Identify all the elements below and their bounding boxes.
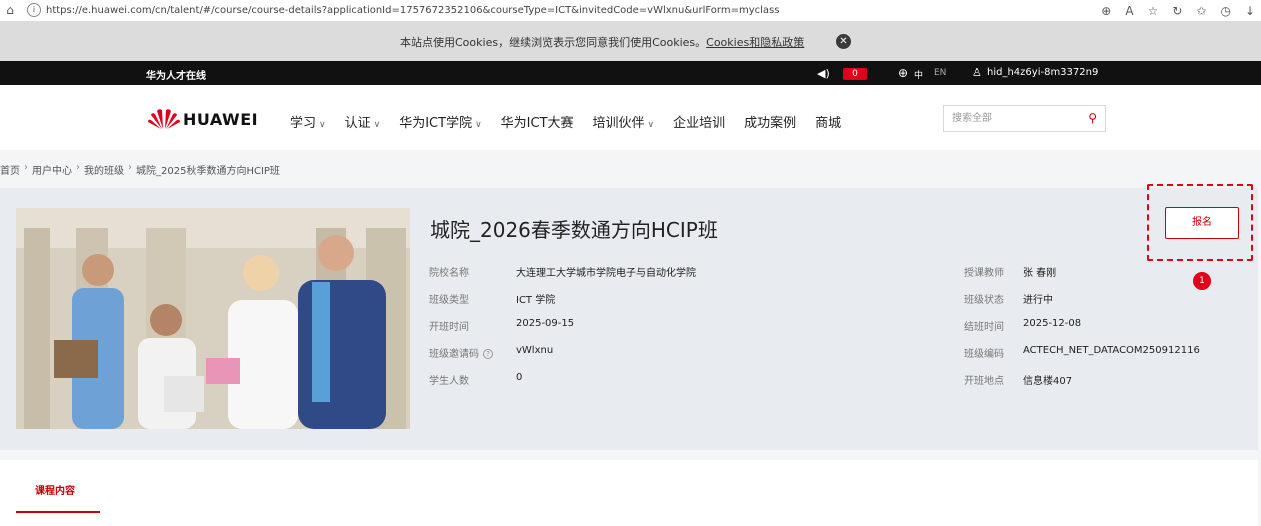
main-nav: HUAWEI 学习 ∨ 认证 ∨ 华为ICT学院 ∨ 华为ICT大赛 培训伙伴 ∨ 企业培训 成功案… <box>0 85 1261 150</box>
nav-item-label: 成功案例 <box>744 116 797 131</box>
info-value: 信息楼407 <box>1023 376 1073 387</box>
info-label-text: 授课教师 <box>964 268 1004 279</box>
nav-item-label: 认证 <box>344 116 371 131</box>
info-value: ACTECH_NET_DATACOM250912116 <box>1023 345 1200 356</box>
info-value: 张 春刚 <box>1023 268 1057 279</box>
course-details-panel: 城院_2026春季数通方向HCIP班 院校名称 大连理工大学城市学院电子与自动化学… <box>0 184 1258 450</box>
breadcrumb-item[interactable]: 用户中心 <box>32 162 72 177</box>
huawei-logo-icon[interactable] <box>148 107 180 129</box>
browser-address-bar: ⌂ i https://e.huawei.com/cn/talent/#/cou… <box>0 0 1261 22</box>
info-label-text: 开班地点 <box>964 376 1004 387</box>
history-icon[interactable]: ◷ <box>1220 4 1230 18</box>
nav-item-1[interactable]: 认证 ∨ <box>345 112 381 131</box>
privacy-policy-link[interactable]: Cookies和隐私政策 <box>706 36 804 49</box>
info-label: 学生人数 <box>429 372 469 387</box>
browser-toolbar-icons: ⊕ A ☆ ↻ ✩ ◷ ↓ <box>1101 2 1255 20</box>
info-label: 开班地点 <box>964 372 1004 387</box>
nav-item-label: 商城 <box>815 116 842 131</box>
nav-item-6[interactable]: 成功案例 <box>744 112 796 131</box>
username-link[interactable]: hid_h4z6yi-8m3372n9 <box>987 67 1098 78</box>
nav-item-2[interactable]: 华为ICT学院 ∨ <box>399 112 481 131</box>
course-title: 城院_2026春季数通方向HCIP班 <box>430 218 718 242</box>
chevron-down-icon: ∨ <box>475 120 482 130</box>
message-count-badge[interactable]: 0 <box>843 68 867 80</box>
cookie-banner: 本站点使用Cookies，继续浏览表示您同意我们使用Cookies。Cookie… <box>0 22 1261 61</box>
breadcrumb-item: 城院_2025秋季数通方向HCIP班 <box>136 166 280 177</box>
chevron-down-icon: ∨ <box>647 120 655 130</box>
info-value: 0 <box>516 372 523 383</box>
nav-item-label: 培训伙伴 <box>592 116 645 131</box>
course-tabs: 课程内容 <box>0 460 1258 526</box>
tab-course-content[interactable]: 课程内容 <box>35 482 75 497</box>
info-label: 开班时间 <box>429 318 469 333</box>
search-box: ⚲ <box>943 105 1106 132</box>
info-label: 班级邀请码? <box>429 345 493 360</box>
nav-item-label: 华为ICT学院 <box>399 116 473 131</box>
course-cover-image <box>16 208 410 429</box>
info-label-text: 结班时间 <box>964 322 1004 333</box>
nav-item-3[interactable]: 华为ICT大赛 <box>501 112 574 131</box>
info-label-text: 院校名称 <box>429 268 469 279</box>
search-input[interactable] <box>944 106 1074 131</box>
info-value: 大连理工大学城市学院电子与自动化学院 <box>516 268 696 279</box>
info-value: 2025-09-15 <box>516 318 575 329</box>
info-label-text: 班级邀请码 <box>429 349 479 360</box>
info-label-text: 开班时间 <box>429 322 469 333</box>
info-label-text: 班级编码 <box>964 349 1004 360</box>
nav-item-label: 企业培训 <box>673 116 726 131</box>
download-icon[interactable]: ↓ <box>1245 4 1255 18</box>
info-value: vWlxnu <box>516 345 554 356</box>
breadcrumb-separator: › <box>24 162 28 173</box>
lock-icon[interactable]: i <box>27 3 41 17</box>
info-value: 进行中 <box>1023 295 1053 306</box>
nav-item-0[interactable]: 学习 ∨ <box>290 112 326 131</box>
globe-icon[interactable]: ⊕ <box>898 66 908 80</box>
info-label: 授课教师 <box>964 264 1004 279</box>
info-value: ICT 学院 <box>516 295 556 306</box>
help-icon[interactable]: ? <box>483 349 493 359</box>
info-label: 班级状态 <box>964 291 1004 306</box>
site-brand-link[interactable]: 华为人才在线 <box>146 67 206 82</box>
breadcrumb-item[interactable]: 首页 <box>0 162 20 177</box>
info-label-text: 班级状态 <box>964 295 1004 306</box>
user-icon[interactable]: ♙ <box>972 66 982 79</box>
read-aloud-icon[interactable]: A <box>1125 4 1133 18</box>
register-button[interactable]: 报名 <box>1165 207 1239 239</box>
nav-item-7[interactable]: 商城 <box>815 112 841 131</box>
chevron-down-icon: ∨ <box>373 120 381 130</box>
breadcrumb: 首页 › 用户中心 › 我的班级 › 城院_2025秋季数通方向HCIP班 <box>0 162 280 177</box>
speaker-icon[interactable]: ◀) <box>817 67 830 80</box>
nav-item-4[interactable]: 培训伙伴 ∨ <box>593 112 655 131</box>
info-label-text: 学生人数 <box>429 376 469 387</box>
info-value: 2025-12-08 <box>1023 318 1082 329</box>
refresh-icon[interactable]: ↻ <box>1172 4 1182 18</box>
info-label-text: 班级类型 <box>429 295 469 306</box>
home-icon[interactable]: ⌂ <box>2 2 18 18</box>
url-field[interactable]: https://e.huawei.com/cn/talent/#/course/… <box>46 3 779 19</box>
step-number-badge: 1 <box>1193 272 1211 290</box>
zoom-icon[interactable]: ⊕ <box>1101 4 1111 18</box>
info-label: 结班时间 <box>964 318 1004 333</box>
breadcrumb-item[interactable]: 我的班级 <box>84 162 124 177</box>
cookie-message: 本站点使用Cookies，继续浏览表示您同意我们使用Cookies。Cookie… <box>400 36 805 49</box>
chevron-down-icon: ∨ <box>319 120 326 130</box>
nav-item-label: 学习 <box>290 116 317 131</box>
lang-en-button[interactable]: EN <box>934 68 946 78</box>
top-utility-bar: 华为人才在线 ◀) 0 ⊕ 中 EN ♙ hid_h4z6yi-8m3372n9 <box>0 61 1261 85</box>
active-tab-indicator <box>16 511 100 513</box>
breadcrumb-separator: › <box>76 162 80 173</box>
close-cookie-button[interactable]: ✕ <box>836 34 851 49</box>
collections-icon[interactable]: ✩ <box>1196 4 1206 18</box>
nav-item-5[interactable]: 企业培训 <box>673 112 725 131</box>
lang-zh-button[interactable]: 中 <box>914 68 923 81</box>
search-icon[interactable]: ⚲ <box>1088 111 1097 125</box>
breadcrumb-separator: › <box>128 162 132 173</box>
info-label: 班级编码 <box>964 345 1004 360</box>
nav-item-label: 华为ICT大赛 <box>500 116 574 131</box>
nav-menu: 学习 ∨ 认证 ∨ 华为ICT学院 ∨ 华为ICT大赛 培训伙伴 ∨ 企业培训 成功案例 商城 <box>290 112 860 131</box>
huawei-logo-text[interactable]: HUAWEI <box>183 110 258 129</box>
info-label: 院校名称 <box>429 264 469 279</box>
favorite-icon[interactable]: ☆ <box>1148 4 1159 18</box>
info-label: 班级类型 <box>429 291 469 306</box>
